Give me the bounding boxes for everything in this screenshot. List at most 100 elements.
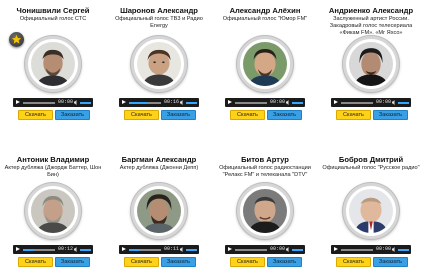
voice-name[interactable]: Чонишвили Сергей bbox=[0, 6, 106, 15]
play-icon[interactable] bbox=[334, 100, 338, 104]
volume-icon[interactable] bbox=[392, 247, 396, 252]
volume-icon[interactable] bbox=[286, 100, 290, 105]
voice-card: Бобров Дмитрий Официальный голос "Русско… bbox=[318, 139, 424, 278]
voice-name[interactable]: Шаронов Александр bbox=[106, 6, 212, 15]
seek-bar[interactable] bbox=[129, 101, 161, 104]
download-button[interactable]: Скачать bbox=[336, 110, 371, 120]
voice-description: Официальный голос радиостанции "Релакс F… bbox=[219, 165, 311, 178]
voice-card: Шаронов Александр Официальный голос ТВ3 … bbox=[106, 0, 212, 139]
play-icon[interactable] bbox=[122, 100, 126, 104]
seek-bar[interactable] bbox=[235, 101, 267, 104]
audio-player[interactable]: 00:00 bbox=[331, 98, 411, 107]
voice-avatar[interactable] bbox=[237, 183, 293, 239]
voice-card: Антоник Владимир Актер дубляжа (Джордж Б… bbox=[0, 139, 106, 278]
time-display: 00:00 bbox=[376, 99, 392, 105]
play-icon[interactable] bbox=[228, 100, 232, 104]
portrait-image bbox=[243, 42, 287, 86]
portrait-image bbox=[243, 189, 287, 233]
volume-slider[interactable] bbox=[186, 101, 197, 104]
voice-description: Официальный голос ТВ3 и Радио Energy bbox=[115, 16, 203, 29]
volume-slider[interactable] bbox=[398, 101, 409, 104]
voice-name[interactable]: Андриенко Александр bbox=[318, 6, 424, 15]
time-display: 00:12 bbox=[58, 246, 74, 252]
play-icon[interactable] bbox=[334, 247, 338, 251]
play-icon[interactable] bbox=[122, 247, 126, 251]
seek-progress bbox=[23, 248, 33, 251]
voice-name[interactable]: Александр Алёхин bbox=[212, 6, 318, 15]
voice-description: Официальный голос "Русское радио" bbox=[322, 165, 420, 171]
voice-avatar[interactable] bbox=[25, 36, 81, 92]
volume-slider[interactable] bbox=[186, 248, 197, 251]
time-display: 00:00 bbox=[376, 246, 392, 252]
order-button[interactable]: Заказать bbox=[373, 257, 408, 267]
voice-card: Чонишвили Сергей Официальный голос СТС 0… bbox=[0, 0, 106, 139]
order-button[interactable]: Заказать bbox=[373, 110, 408, 120]
voice-avatar[interactable] bbox=[131, 36, 187, 92]
volume-slider[interactable] bbox=[80, 248, 91, 251]
seek-bar[interactable] bbox=[23, 101, 55, 104]
voice-avatar[interactable] bbox=[237, 36, 293, 92]
seek-bar[interactable] bbox=[129, 248, 161, 251]
audio-player[interactable]: 00:00 bbox=[225, 98, 305, 107]
portrait-image bbox=[349, 42, 393, 86]
voice-card: Андриенко Александр Заслуженный артист Р… bbox=[318, 0, 424, 139]
play-icon[interactable] bbox=[16, 100, 20, 104]
audio-player[interactable]: 00:16 bbox=[119, 98, 199, 107]
order-button[interactable]: Заказать bbox=[161, 110, 196, 120]
voice-name[interactable]: Антоник Владимир bbox=[0, 155, 106, 164]
volume-icon[interactable] bbox=[74, 247, 78, 252]
time-display: 00:00 bbox=[270, 246, 286, 252]
order-button[interactable]: Заказать bbox=[55, 257, 90, 267]
voice-card: Баргман Александр Актер дубляжа (Джонни … bbox=[106, 139, 212, 278]
order-button[interactable]: Заказать bbox=[267, 257, 302, 267]
voice-avatar[interactable] bbox=[343, 36, 399, 92]
volume-slider[interactable] bbox=[80, 101, 91, 104]
star-badge-icon bbox=[9, 32, 24, 47]
audio-player[interactable]: 00:00 bbox=[331, 245, 411, 254]
voice-avatar[interactable] bbox=[343, 183, 399, 239]
order-button[interactable]: Заказать bbox=[267, 110, 302, 120]
audio-player[interactable]: 00:00 bbox=[13, 98, 93, 107]
audio-player[interactable]: 00:12 bbox=[13, 245, 93, 254]
voice-description: Актер дубляжа (Джордж Баттер, Шон Бин) bbox=[4, 165, 102, 178]
download-button[interactable]: Скачать bbox=[18, 257, 53, 267]
download-button[interactable]: Скачать bbox=[18, 110, 53, 120]
download-button[interactable]: Скачать bbox=[230, 257, 265, 267]
voice-description: Актер дубляжа (Джонни Депп) bbox=[119, 165, 199, 171]
voice-name[interactable]: Битов Артур bbox=[212, 155, 318, 164]
volume-slider[interactable] bbox=[398, 248, 409, 251]
download-button[interactable]: Скачать bbox=[124, 110, 159, 120]
voice-name[interactable]: Бобров Дмитрий bbox=[318, 155, 424, 164]
volume-icon[interactable] bbox=[74, 100, 78, 105]
seek-bar[interactable] bbox=[235, 248, 267, 251]
portrait-image bbox=[349, 189, 393, 233]
download-button[interactable]: Скачать bbox=[230, 110, 265, 120]
volume-icon[interactable] bbox=[180, 247, 184, 252]
seek-bar[interactable] bbox=[341, 101, 373, 104]
voice-avatar[interactable] bbox=[25, 183, 81, 239]
volume-icon[interactable] bbox=[286, 247, 290, 252]
portrait-image bbox=[31, 42, 75, 86]
order-button[interactable]: Заказать bbox=[55, 110, 90, 120]
audio-player[interactable]: 00:11 bbox=[119, 245, 199, 254]
volume-slider[interactable] bbox=[292, 101, 303, 104]
play-icon[interactable] bbox=[16, 247, 20, 251]
volume-icon[interactable] bbox=[180, 100, 184, 105]
play-icon[interactable] bbox=[228, 247, 232, 251]
voice-description: Заслуженный артист России. Закадровый го… bbox=[329, 16, 413, 36]
voice-card: Битов Артур Официальный голос радиостанц… bbox=[212, 139, 318, 278]
voice-name[interactable]: Баргман Александр bbox=[106, 155, 212, 164]
voice-card: Александр Алёхин Официальный голос "Юмор… bbox=[212, 0, 318, 139]
volume-icon[interactable] bbox=[392, 100, 396, 105]
seek-bar[interactable] bbox=[23, 248, 55, 251]
audio-player[interactable]: 00:00 bbox=[225, 245, 305, 254]
volume-slider[interactable] bbox=[292, 248, 303, 251]
portrait-image bbox=[31, 189, 75, 233]
seek-bar[interactable] bbox=[341, 248, 373, 251]
voice-avatar[interactable] bbox=[131, 183, 187, 239]
seek-progress bbox=[129, 101, 147, 104]
download-button[interactable]: Скачать bbox=[336, 257, 371, 267]
download-button[interactable]: Скачать bbox=[124, 257, 159, 267]
order-button[interactable]: Заказать bbox=[161, 257, 196, 267]
voice-description: Официальный голос "Юмор FM" bbox=[222, 16, 308, 22]
